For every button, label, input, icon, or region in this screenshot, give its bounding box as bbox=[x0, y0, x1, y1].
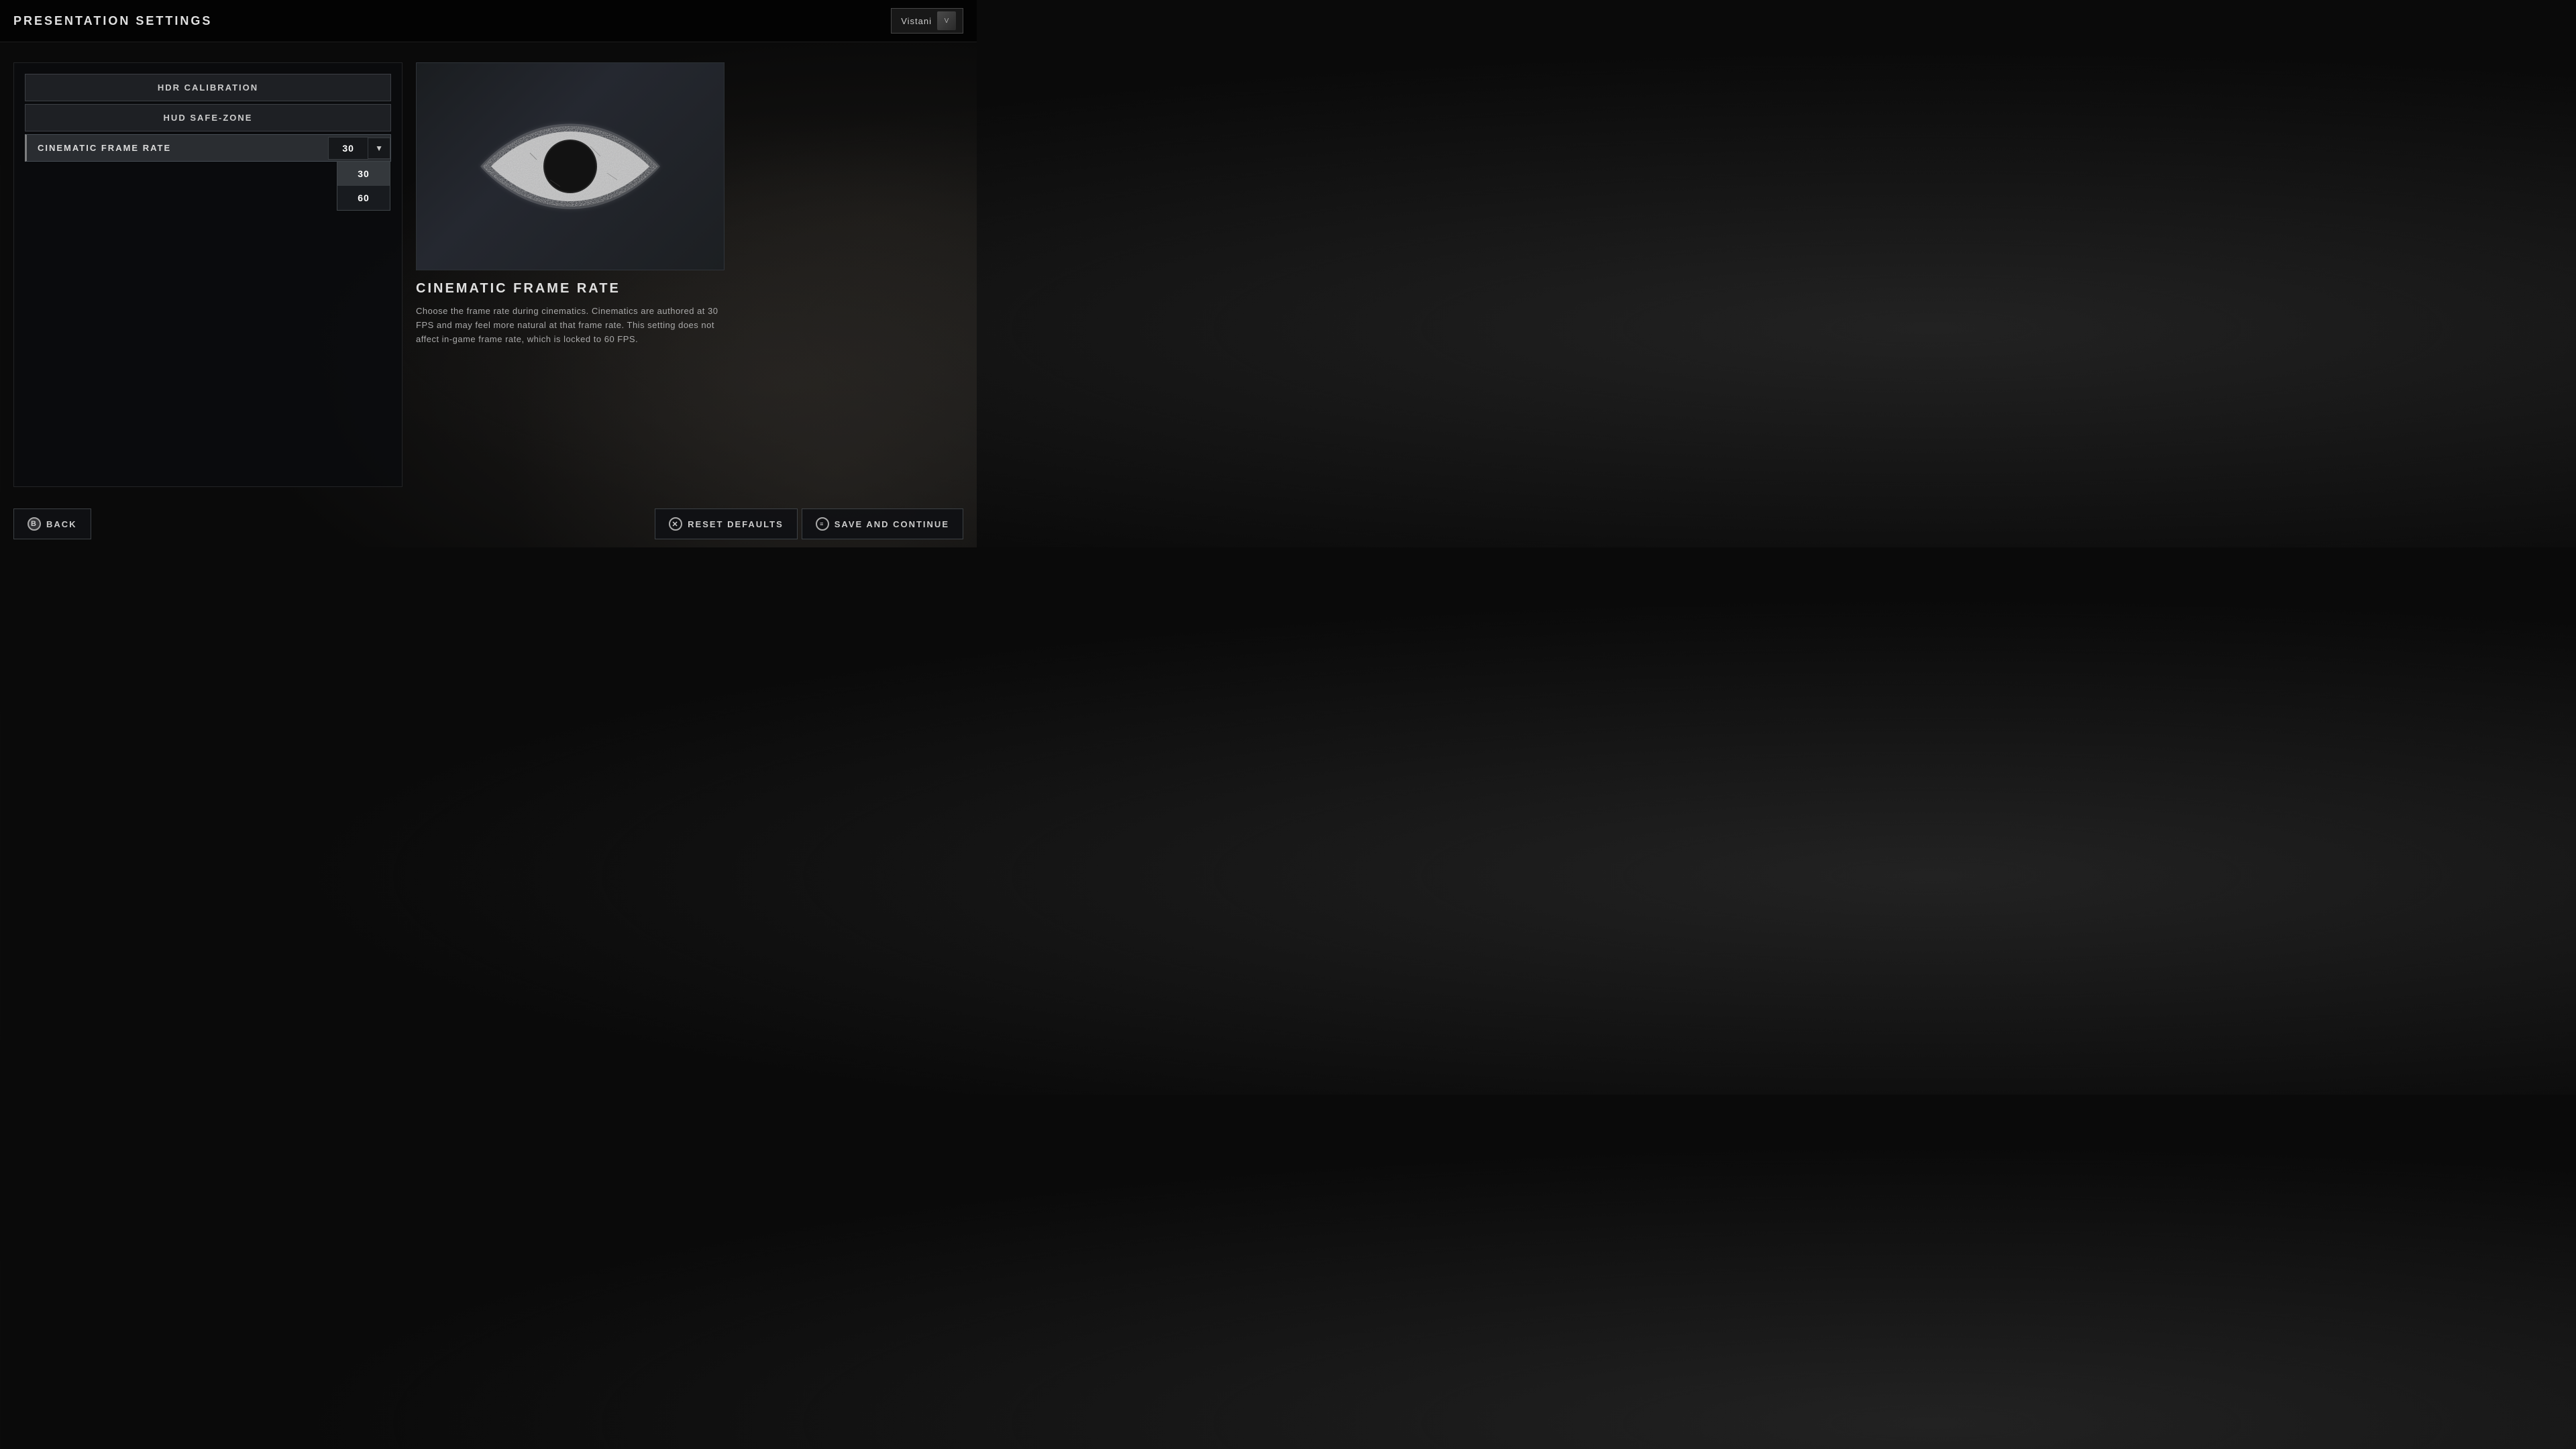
dropdown-option-30[interactable]: 30 bbox=[337, 162, 390, 186]
back-button-label: BACK bbox=[46, 519, 77, 529]
frame-rate-value: 30 bbox=[328, 137, 368, 160]
back-icon: B bbox=[28, 517, 41, 531]
avatar: V bbox=[937, 11, 956, 30]
footer: B BACK ✕ RESET DEFAULTS ≡ SAVE AND CONTI… bbox=[0, 500, 977, 547]
page-title: PRESENTATION SETTINGS bbox=[13, 14, 212, 28]
hdr-calibration-button[interactable]: HDR CALIBRATION bbox=[25, 74, 391, 101]
right-panel: CINEMATIC FRAME RATE Choose the frame ra… bbox=[416, 62, 963, 487]
setting-info-description: Choose the frame rate during cinematics.… bbox=[416, 305, 724, 346]
dropdown-arrow-icon[interactable]: ▼ bbox=[368, 138, 390, 159]
setting-info: CINEMATIC FRAME RATE Choose the frame ra… bbox=[416, 270, 724, 357]
user-profile[interactable]: Vistani V bbox=[891, 8, 963, 34]
eye-icon-container bbox=[417, 63, 724, 270]
cinematic-frame-rate-label: CINEMATIC FRAME RATE bbox=[27, 135, 328, 161]
reset-button-label: RESET DEFAULTS bbox=[688, 519, 784, 529]
dropdown-option-60[interactable]: 60 bbox=[337, 186, 390, 210]
main-content: HDR CALIBRATION HUD SAFE-ZONE CINEMATIC … bbox=[0, 42, 977, 500]
cinematic-frame-rate-row: CINEMATIC FRAME RATE 30 ▼ 30 60 bbox=[25, 134, 391, 162]
hud-safe-zone-button[interactable]: HUD SAFE-ZONE bbox=[25, 104, 391, 131]
header: PRESENTATION SETTINGS Vistani V bbox=[0, 0, 977, 42]
setting-info-title: CINEMATIC FRAME RATE bbox=[416, 281, 724, 297]
save-icon: ≡ bbox=[816, 517, 829, 531]
footer-right: ✕ RESET DEFAULTS ≡ SAVE AND CONTINUE bbox=[655, 508, 963, 539]
save-button-label: SAVE AND CONTINUE bbox=[835, 519, 949, 529]
preview-image bbox=[416, 62, 724, 270]
reset-icon: ✕ bbox=[669, 517, 682, 531]
eye-icon bbox=[476, 113, 664, 220]
back-button[interactable]: B BACK bbox=[13, 508, 91, 539]
setting-row-value: 30 ▼ bbox=[328, 137, 390, 160]
left-panel: HDR CALIBRATION HUD SAFE-ZONE CINEMATIC … bbox=[13, 62, 402, 487]
save-and-continue-button[interactable]: ≡ SAVE AND CONTINUE bbox=[802, 508, 963, 539]
user-name: Vistani bbox=[901, 16, 932, 26]
reset-defaults-button[interactable]: ✕ RESET DEFAULTS bbox=[655, 508, 798, 539]
frame-rate-dropdown: 30 60 bbox=[337, 161, 390, 211]
